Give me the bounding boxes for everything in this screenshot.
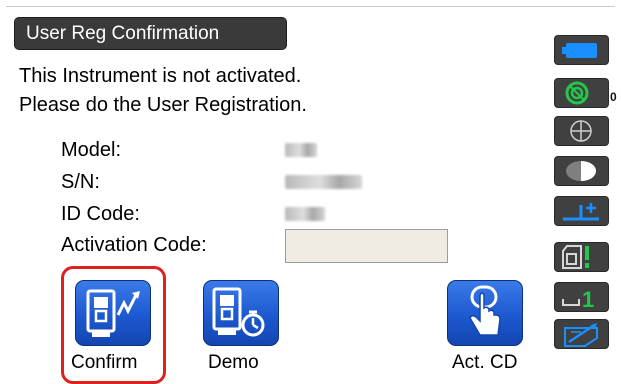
- tilt-status[interactable]: [555, 79, 608, 107]
- demo-label: Demo: [208, 352, 259, 373]
- instrument-screen: User Reg Confirmation This Instrument is…: [0, 0, 621, 384]
- press-finger-icon: [469, 285, 501, 336]
- act-cd-label: Act. CD: [452, 352, 518, 373]
- id-code-value-redacted: [285, 207, 325, 221]
- prism-status[interactable]: [555, 157, 608, 185]
- confirm-button[interactable]: [75, 280, 151, 346]
- target-icon: [570, 120, 592, 142]
- demo-button[interactable]: [203, 280, 279, 346]
- sn-label: S/N:: [61, 171, 100, 193]
- channel-status[interactable]: 1: [555, 283, 608, 311]
- activation-code-input[interactable]: [285, 229, 448, 263]
- activation-code-label: Activation Code:: [61, 234, 207, 256]
- battery-icon: [562, 43, 597, 58]
- instrument-timer-icon: [212, 287, 265, 337]
- instrument-face-icon: [562, 245, 589, 269]
- message-line-1: This Instrument is not activated.: [19, 65, 302, 87]
- message-line-2: Please do the User Registration.: [19, 94, 307, 116]
- channel-value: 1: [582, 287, 594, 311]
- tilt-value: 0: [610, 90, 617, 104]
- battery-status[interactable]: [555, 36, 608, 64]
- instrument-signal-icon: [86, 289, 140, 337]
- screen-title: User Reg Confirmation: [15, 18, 286, 49]
- id-code-label: ID Code:: [61, 203, 140, 225]
- confirm-label: Confirm: [71, 352, 138, 373]
- model-value-redacted: [285, 143, 317, 157]
- keyboard-input-icon: [564, 323, 598, 347]
- elevation-offset-icon: [563, 203, 599, 221]
- top-frame-line: [6, 6, 615, 7]
- model-label: Model:: [61, 139, 122, 161]
- sd-channel-icon: 1: [562, 287, 594, 311]
- tilt-compensation-icon: [565, 81, 589, 105]
- input-mode-status[interactable]: [555, 320, 608, 348]
- prism-icon: [566, 161, 596, 181]
- sn-value-redacted: [285, 175, 362, 189]
- target-status[interactable]: [555, 117, 608, 145]
- elevation-status[interactable]: [555, 197, 608, 225]
- act-cd-button[interactable]: [447, 280, 523, 346]
- face-status[interactable]: [555, 243, 608, 271]
